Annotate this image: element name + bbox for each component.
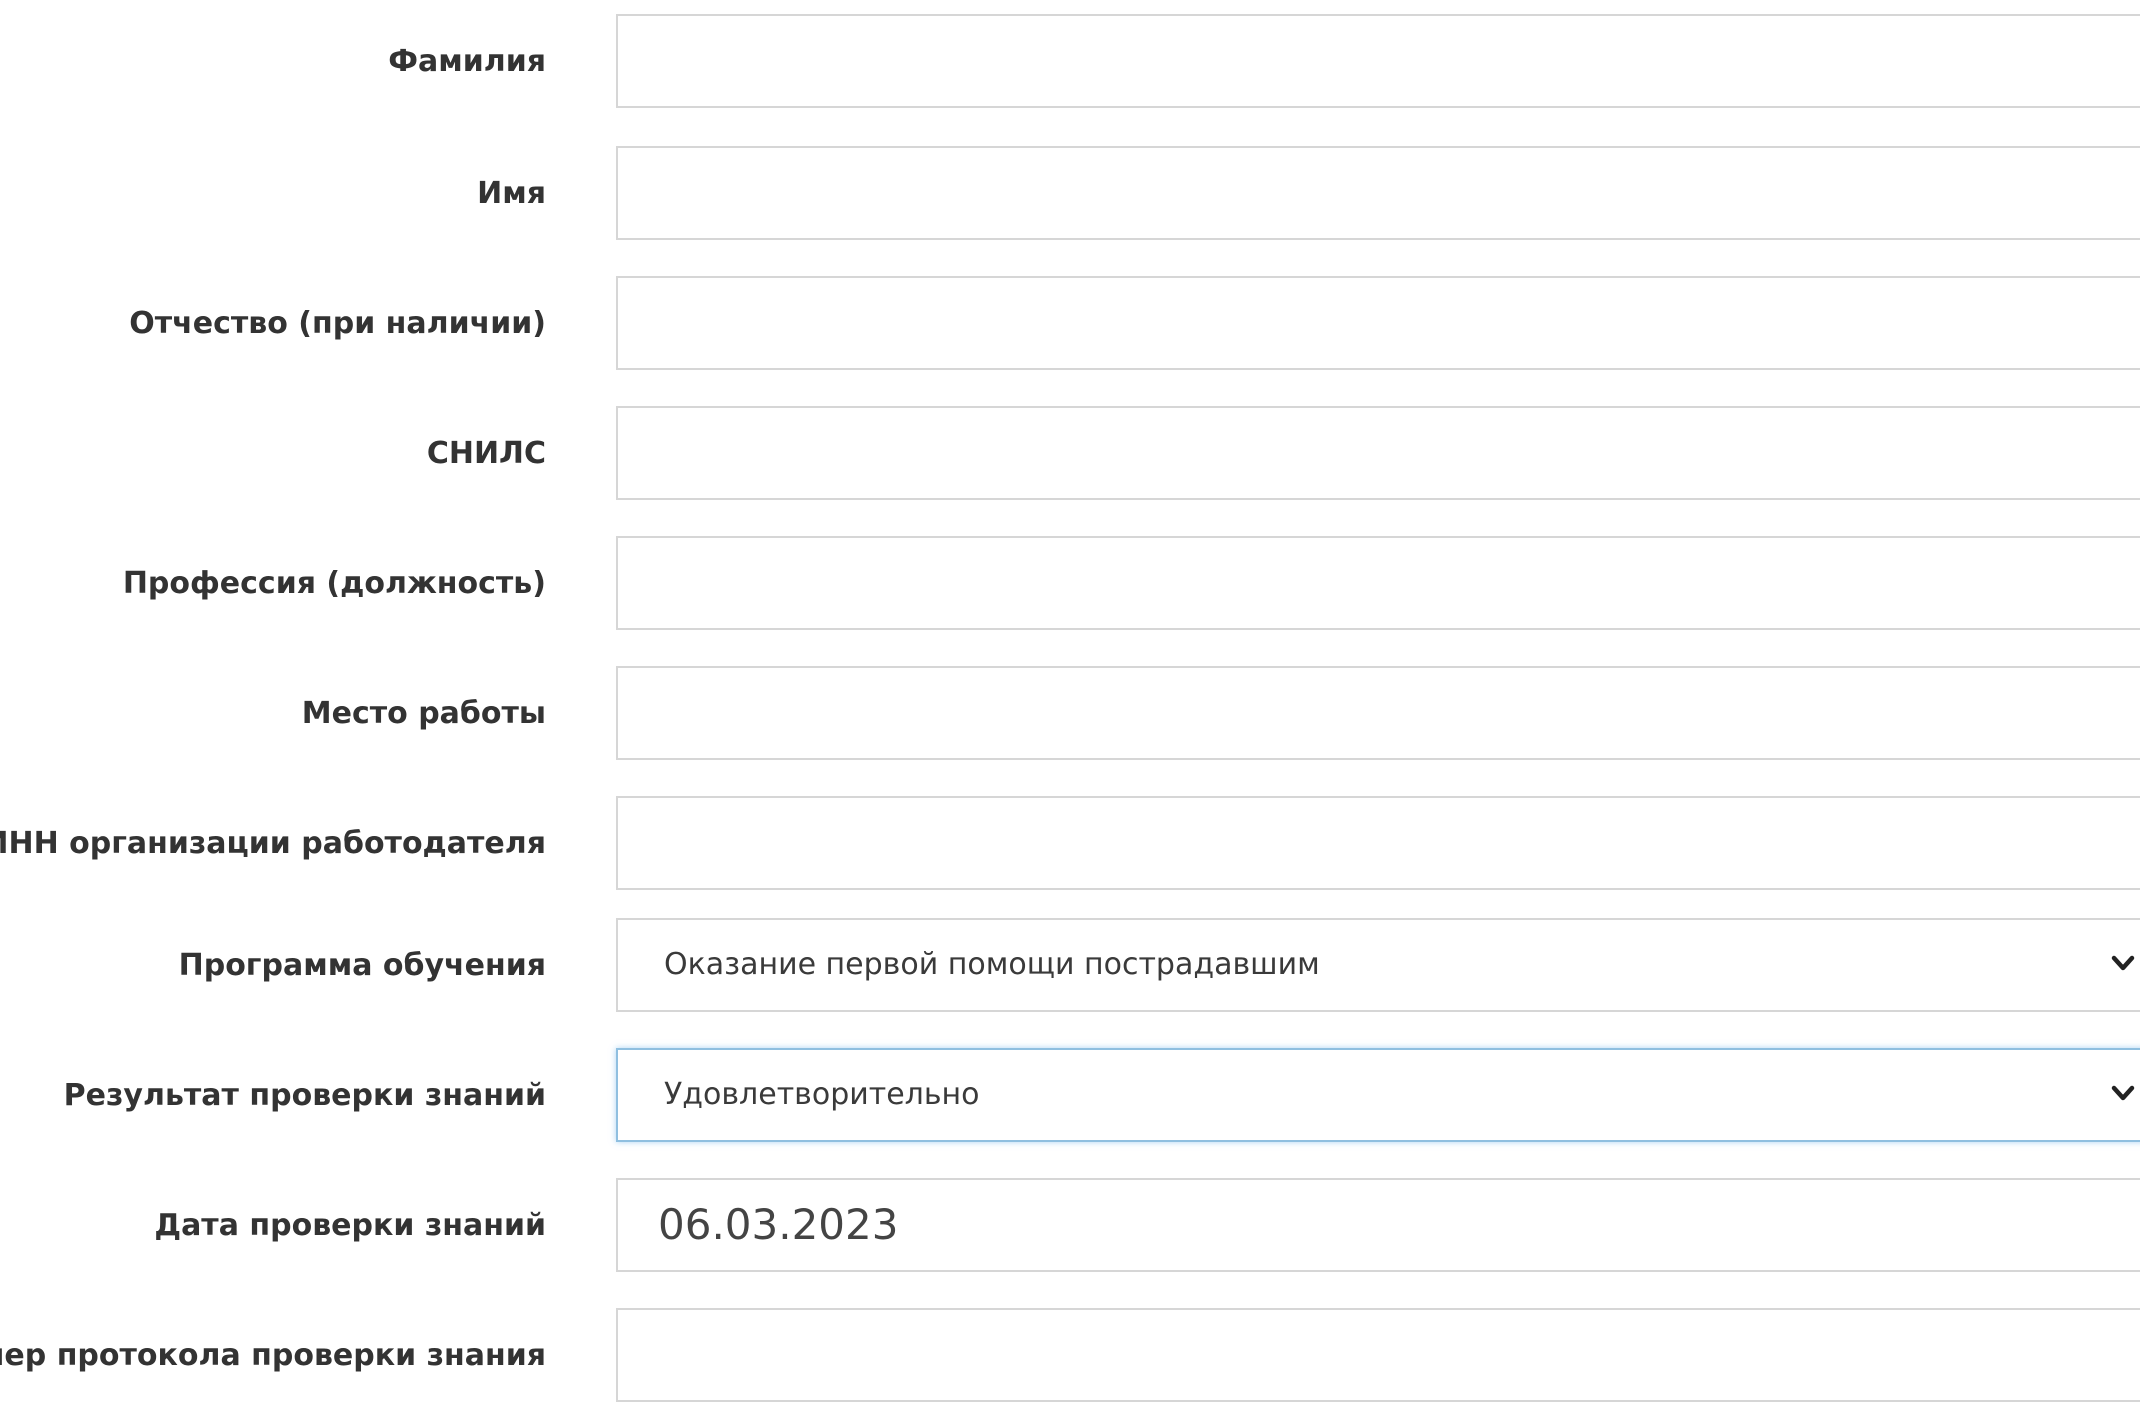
name-field[interactable] — [616, 146, 2140, 240]
name-label: Имя — [477, 176, 546, 211]
row-patronymic: Отчество (при наличии) — [0, 276, 2140, 372]
row-surname: Фамилия — [0, 14, 2140, 110]
profession-field[interactable] — [616, 536, 2140, 630]
check-date-value: 06.03.2023 — [658, 1200, 899, 1249]
workplace-field[interactable] — [616, 666, 2140, 760]
surname-field[interactable] — [616, 14, 2140, 108]
chevron-down-icon — [2108, 1078, 2138, 1108]
knowledge-check-form: Фамилия Имя Отчество (при наличии) СНИЛС… — [0, 0, 2140, 1402]
row-workplace: Место работы — [0, 666, 2140, 762]
protocol-number-field[interactable] — [616, 1308, 2140, 1402]
training-program-value: Оказание первой помощи пострадавшим — [664, 947, 1320, 982]
row-snils: СНИЛС — [0, 406, 2140, 502]
check-date-label: Дата проверки знаний — [154, 1208, 546, 1243]
row-training-program: Программа обучения Оказание первой помощ… — [0, 918, 2140, 1014]
row-profession: Профессия (должность) — [0, 536, 2140, 632]
patronymic-label: Отчество (при наличии) — [129, 306, 546, 341]
row-check-result: Результат проверки знаний Удовлетворител… — [0, 1048, 2140, 1144]
chevron-down-icon — [2108, 948, 2138, 978]
workplace-label: Место работы — [301, 696, 546, 731]
snils-label: СНИЛС — [426, 436, 546, 471]
employer-inn-label: ИНН организации работодателя — [0, 826, 546, 861]
surname-label: Фамилия — [388, 44, 546, 79]
training-program-select[interactable]: Оказание первой помощи пострадавшим — [616, 918, 2140, 1012]
row-protocol-number: Номер протокола проверки знания — [0, 1308, 2140, 1404]
check-result-label: Результат проверки знаний — [63, 1078, 546, 1113]
snils-field[interactable] — [616, 406, 2140, 500]
check-result-select[interactable]: Удовлетворительно — [616, 1048, 2140, 1142]
employer-inn-field[interactable] — [616, 796, 2140, 890]
training-program-label: Программа обучения — [178, 948, 546, 983]
patronymic-field[interactable] — [616, 276, 2140, 370]
row-employer-inn: ИНН организации работодателя — [0, 796, 2140, 892]
check-date-input[interactable]: 06.03.2023 — [616, 1178, 2140, 1272]
protocol-number-label: Номер протокола проверки знания — [0, 1338, 546, 1373]
check-result-value: Удовлетворительно — [664, 1077, 980, 1112]
row-name: Имя — [0, 146, 2140, 242]
row-check-date: Дата проверки знаний 06.03.2023 — [0, 1178, 2140, 1274]
profession-label: Профессия (должность) — [122, 566, 546, 601]
